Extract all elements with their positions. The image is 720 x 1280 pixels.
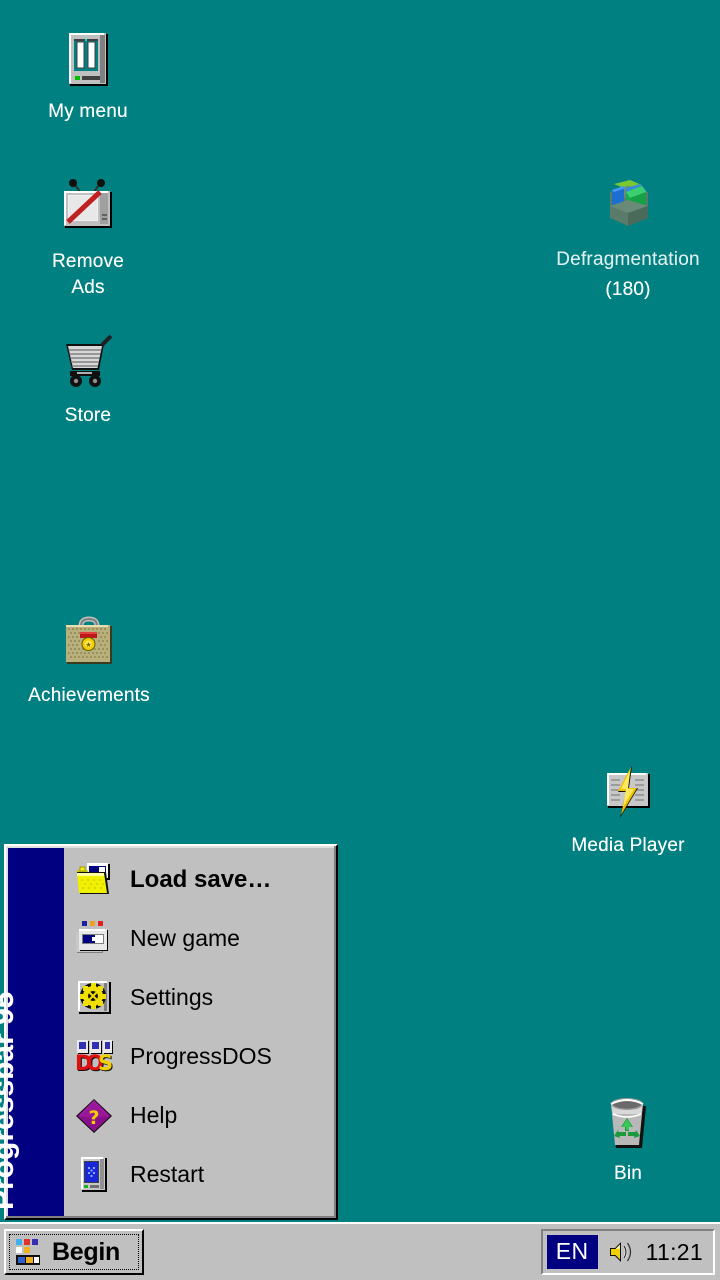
briefcase-medal-icon: ★ (57, 612, 121, 676)
desktop-icon-label: Achievements (28, 685, 150, 706)
desktop-icon-label-line2: Ads (71, 277, 105, 298)
desktop-icon-label-count: (180) (605, 279, 651, 300)
help-diamond-icon: ? (74, 1096, 114, 1136)
start-menu-item-restart[interactable]: Restart (64, 1145, 336, 1204)
start-menu-item-label: Help (130, 1102, 178, 1128)
start-button[interactable]: Begin (4, 1229, 144, 1275)
start-menu-item-help[interactable]: ? Help (64, 1086, 336, 1145)
start-menu-sidebar: Progressbar 95 (0, 848, 64, 1216)
desktop-icon-label: Bin (613, 1163, 643, 1184)
clock[interactable]: 11:21 (646, 1239, 703, 1266)
system-tray[interactable]: EN 11:21 (540, 1229, 715, 1275)
desktop-icon-media-player[interactable]: Media Player (553, 762, 703, 859)
start-menu-item-label: ProgressDOS (130, 1043, 272, 1069)
desktop-icon-label: My menu (48, 101, 128, 122)
svg-text:S: S (98, 1051, 113, 1075)
shopping-cart-icon (56, 332, 120, 396)
desktop-icon-defragmentation[interactable]: Defragmentation (180) (553, 176, 703, 303)
desktop-icon-remove-ads[interactable]: Remove Ads (13, 178, 163, 301)
start-menu-item-progressdos[interactable]: D D O O S S ProgressDOS (64, 1027, 336, 1086)
desktop-icon-bin[interactable]: Bin (553, 1090, 703, 1187)
language-indicator[interactable]: EN (546, 1235, 598, 1269)
open-folder-icon (74, 860, 114, 900)
start-menu-item-label: Settings (130, 984, 214, 1010)
start-menu-item-label: Restart (130, 1161, 205, 1187)
start-button-label: Begin (52, 1237, 120, 1266)
dos-prompt-icon: D D O O S S (74, 1037, 114, 1077)
desktop-icon-label-line1: Remove (52, 251, 124, 272)
start-menu-item-label: Load save… (130, 865, 272, 893)
start-menu[interactable]: Progressbar 95 Load save… New game Setti… (0, 844, 338, 1220)
desktop-icon-label: Defragmentation (556, 249, 700, 270)
desktop-icon-label: Store (64, 405, 112, 426)
desktop-icon-my-menu[interactable]: My menu (13, 28, 163, 125)
recycle-bin-icon (596, 1090, 660, 1154)
restart-monitor-icon (74, 1155, 114, 1195)
tv-slash-icon (56, 178, 120, 242)
monitor-pause-icon (56, 28, 120, 92)
defrag-blocks-icon (596, 176, 660, 240)
desktop-icon-store[interactable]: Store (13, 332, 163, 429)
speaker-icon[interactable] (606, 1237, 636, 1267)
start-menu-item-new-game[interactable]: New game (64, 909, 336, 968)
progressbar-logo-icon (14, 1237, 44, 1267)
svg-text:★: ★ (85, 641, 91, 649)
start-menu-item-label: New game (130, 925, 240, 951)
start-menu-sidebar-title: Progressbar 95 (0, 991, 20, 1210)
desktop-icon-label: Media Player (571, 835, 685, 856)
start-menu-item-settings[interactable]: Settings (64, 968, 336, 1027)
desktop-icon-achievements[interactable]: ★ Achievements (14, 612, 164, 709)
taskbar[interactable]: Begin EN 11:21 (0, 1222, 720, 1280)
start-menu-items: Load save… New game Settings D D O O S S… (64, 846, 336, 1218)
lightning-panel-icon (596, 762, 660, 826)
svg-text:?: ? (88, 1107, 99, 1129)
gear-icon (74, 978, 114, 1018)
new-window-icon (74, 919, 114, 959)
start-menu-item-load-save[interactable]: Load save… (64, 850, 336, 909)
